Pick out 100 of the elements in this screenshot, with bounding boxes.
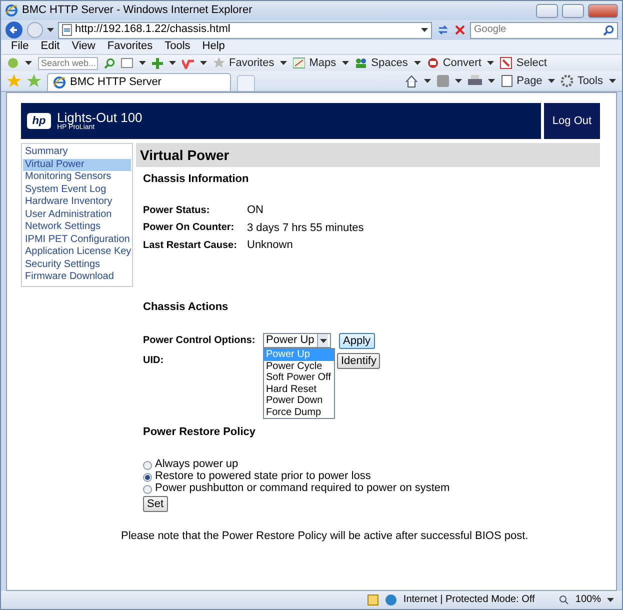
dropdown-caret-icon — [607, 597, 614, 603]
map-icon — [293, 57, 306, 69]
forward-icon[interactable] — [27, 22, 43, 38]
dropdown-caret-icon — [488, 78, 495, 84]
set-button[interactable]: Set — [143, 496, 168, 512]
toolbar-button[interactable]: Maps — [293, 54, 336, 72]
add-favorite-icon[interactable] — [27, 74, 41, 88]
menu-item[interactable]: File — [11, 40, 29, 54]
browser-icon — [53, 76, 66, 89]
zoom-icon — [559, 595, 570, 605]
menu-item[interactable]: Edit — [40, 40, 60, 54]
menu-item[interactable]: Help — [202, 40, 225, 54]
command-button[interactable]: Page — [500, 72, 542, 90]
dropdown-caret-icon — [548, 78, 556, 84]
close-button[interactable] — [588, 4, 618, 18]
menu-item[interactable]: View — [72, 40, 96, 54]
sidebar-item[interactable]: Monitoring Sensors — [23, 171, 131, 184]
menu-item[interactable]: Favorites — [107, 40, 153, 54]
toolbar-button[interactable]: Select — [500, 54, 547, 72]
search-icon[interactable] — [104, 58, 115, 68]
address-field[interactable]: http://192.168.1.22/chassis.html — [58, 22, 432, 38]
dropdown-caret-icon — [320, 338, 326, 344]
mail-icon[interactable] — [121, 58, 133, 68]
dropdown-caret-icon — [454, 78, 462, 84]
refresh-icon[interactable] — [436, 23, 450, 37]
sidebar-item[interactable]: Summary — [23, 146, 131, 158]
dropdown-option[interactable]: Soft Power Off — [264, 372, 334, 384]
toolbar-button[interactable]: Favorites — [213, 54, 274, 72]
maximize-button[interactable] — [562, 4, 584, 18]
search-box[interactable]: Google — [470, 22, 618, 38]
home-icon[interactable] — [404, 74, 418, 88]
dropdown-option[interactable]: Hard Reset — [264, 384, 334, 396]
page-icon — [62, 24, 72, 36]
selection-icon — [500, 57, 512, 69]
dropdown-caret-icon — [25, 60, 32, 66]
dropdown-option[interactable]: Power Cycle — [264, 360, 334, 372]
field-label: Power Control Options: — [143, 334, 256, 347]
toolbar-button[interactable]: Convert — [426, 54, 482, 72]
field-label: Power Status: — [143, 204, 211, 217]
field-label: Last Restart Cause: — [143, 240, 238, 252]
dropdown-caret-icon — [414, 60, 421, 66]
sidebar-item[interactable]: Security Settings — [23, 258, 131, 271]
dropdown-caret-icon — [424, 78, 431, 84]
sidebar-item[interactable]: System Event Log — [23, 184, 131, 196]
radio-label: Always power up — [155, 458, 238, 471]
globe-icon — [385, 594, 398, 606]
window-title: BMC HTTP Server - Windows Internet Explorer — [22, 4, 252, 18]
minimize-button[interactable] — [536, 4, 558, 18]
radio-label: Restore to powered state prior to power loss — [155, 470, 371, 483]
stop-icon[interactable] — [454, 24, 466, 36]
dropdown-caret-icon — [421, 27, 428, 33]
apply-button[interactable]: Apply — [339, 332, 375, 349]
field-label: Power On Counter: — [143, 222, 236, 234]
page-title: Virtual Power — [136, 143, 600, 167]
dropdown-option[interactable]: Force Dump — [264, 406, 334, 418]
dropdown-option[interactable]: Power Down — [264, 395, 334, 407]
dropdown-caret-icon — [47, 27, 54, 33]
gear-icon — [561, 75, 574, 87]
favorites-star-icon[interactable] — [7, 74, 21, 88]
section-heading: Chassis Information — [143, 173, 250, 186]
browser-tab[interactable]: BMC HTTP Server — [47, 73, 231, 91]
warning-icon — [367, 594, 380, 606]
page-icon — [500, 75, 513, 87]
sidebar-item[interactable]: Network Settings — [23, 221, 131, 234]
radio-label: Power pushbutton or command required to power on system — [155, 482, 450, 496]
radio-button[interactable] — [143, 472, 152, 482]
dropdown-caret-icon — [342, 60, 350, 66]
search-field[interactable]: Search web... — [38, 56, 98, 70]
identify-button[interactable]: Identify — [337, 352, 380, 369]
field-value: 3 days 7 hrs 55 minutes — [247, 222, 364, 236]
search-icon[interactable] — [603, 24, 614, 36]
status-zone: Internet | Protected Mode: Off — [403, 594, 536, 606]
sidebar-item[interactable]: Hardware Inventory — [23, 196, 131, 208]
dropdown-caret-icon — [169, 60, 176, 66]
menu-item[interactable]: Tools — [164, 40, 190, 54]
back-icon[interactable] — [5, 21, 23, 39]
field-value: ON — [247, 204, 264, 218]
logout-button[interactable]: Log Out — [544, 103, 600, 139]
sidebar-item[interactable]: Application License Key — [23, 246, 131, 258]
star-icon — [213, 57, 225, 69]
dropdown-caret-icon — [200, 60, 207, 66]
toolbar-button[interactable]: Spaces — [355, 54, 408, 72]
dropdown-caret-icon — [487, 60, 494, 66]
people-icon — [355, 57, 368, 69]
section-heading: Chassis Actions — [143, 300, 230, 314]
product-name: Lights-Out 100 — [57, 110, 142, 124]
field-value: Unknown — [247, 239, 293, 253]
sidebar-item[interactable]: User Administration — [23, 208, 131, 221]
radio-button[interactable] — [143, 460, 152, 470]
dropdown-caret-icon — [280, 60, 288, 66]
command-button[interactable]: Tools — [561, 72, 603, 90]
plus-icon[interactable] — [152, 58, 163, 68]
sidebar-item[interactable]: IPMI PET Configuration — [23, 234, 131, 246]
sidebar-item[interactable]: Virtual Power — [23, 158, 131, 171]
section-heading: Power Restore Policy — [143, 426, 256, 440]
printer-icon[interactable] — [468, 75, 482, 87]
radio-button[interactable] — [143, 484, 152, 494]
zoom-level[interactable]: 100% — [575, 594, 601, 606]
note-text: Please note that the Power Restore Policy will be active after successful BIOS post. — [121, 530, 530, 544]
sidebar-item[interactable]: Firmware Download — [23, 271, 131, 284]
